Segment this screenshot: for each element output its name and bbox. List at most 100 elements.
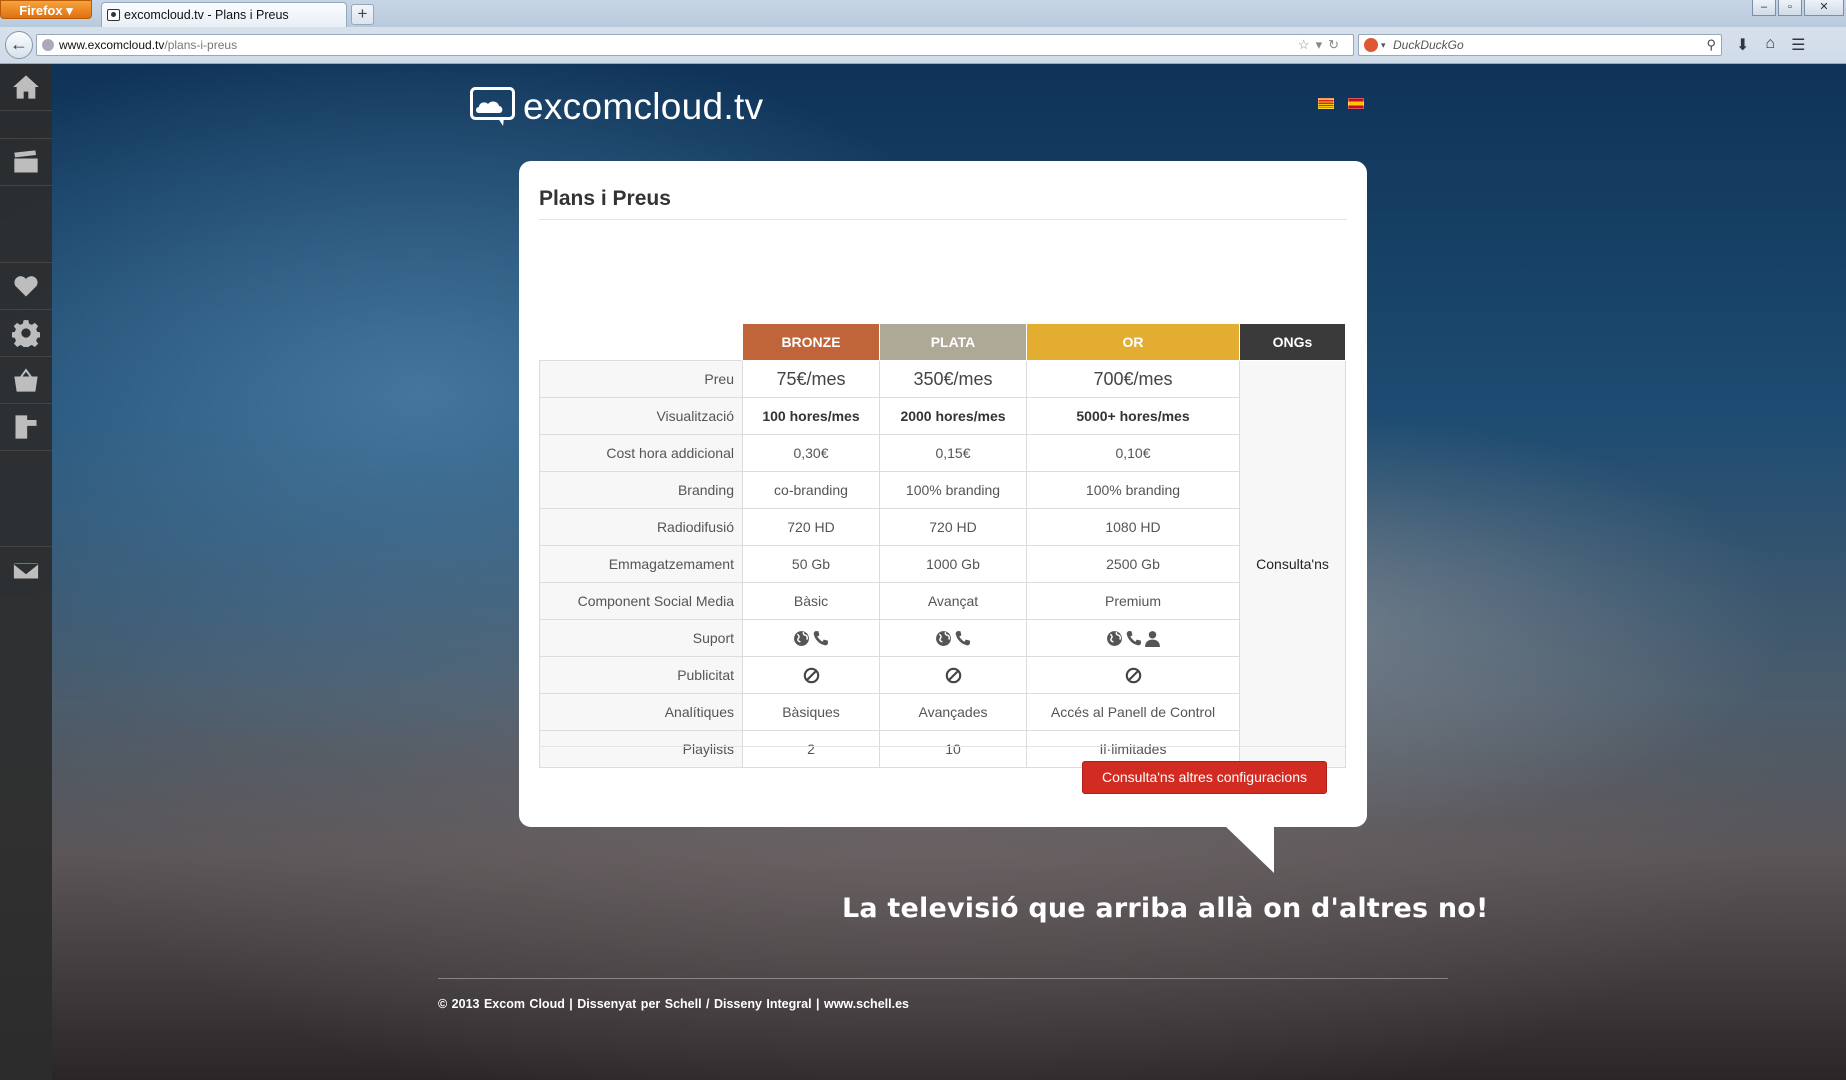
language-switcher: [1318, 98, 1364, 109]
page-content: excomcloud.tv Plans i Preus BRONZE PLATA…: [0, 64, 1846, 1080]
history-dropdown-icon[interactable]: ▾: [1316, 37, 1329, 52]
url-bar[interactable]: www.excomcloud.tv/plans-i-preus ☆▾↻: [36, 34, 1354, 56]
bookmarks-menu-icon[interactable]: ☰: [1791, 35, 1805, 55]
window-controls: – ▫ ✕: [1752, 0, 1844, 17]
no-ads-icon: [1124, 666, 1143, 684]
downloads-icon[interactable]: ⬇: [1736, 35, 1749, 55]
close-window-button[interactable]: ✕: [1804, 0, 1844, 16]
row-label: Cost hora addicional: [539, 434, 743, 472]
divider: [539, 219, 1347, 220]
plan-header-ongs: ONGs: [1239, 323, 1346, 361]
navigation-toolbar: ← www.excomcloud.tv/plans-i-preus ☆▾↻ ▾ …: [0, 27, 1846, 63]
phone-icon: [811, 629, 830, 646]
icon-cell: [879, 656, 1027, 694]
row-label: Branding: [539, 471, 743, 509]
no-ads-icon: [802, 666, 821, 684]
table-cell: 50 Gb: [742, 545, 880, 583]
globe-icon: [792, 629, 811, 646]
table-row: Cost hora addicional 0,30€ 0,15€ 0,10€: [539, 434, 1346, 472]
table-cell: Avançat: [879, 582, 1027, 620]
person-icon: [1143, 629, 1162, 647]
table-row: Radiodifusió 720 HD 720 HD 1080 HD: [539, 508, 1346, 546]
footer-text: © 2013 Excom Cloud | Dissenyat per Schel…: [438, 997, 909, 1011]
new-tab-button[interactable]: +: [351, 4, 374, 25]
nav-contact[interactable]: [0, 546, 52, 594]
no-ads-icon: [944, 666, 963, 684]
logo-text: excomcloud.tv: [523, 86, 764, 127]
table-cell: 10: [879, 730, 1027, 768]
contact-other-configurations-button[interactable]: Consulta'ns altres configuracions: [1082, 761, 1327, 794]
minimize-button[interactable]: –: [1752, 0, 1776, 16]
plan-header-plata: PLATA: [879, 323, 1027, 361]
side-navigation: [0, 64, 52, 1080]
pricing-table-body: Preu 75€/mes 350€/mes 700€/mes Consulta'ns Vi…: [539, 360, 1346, 768]
nav-shop[interactable]: [0, 357, 52, 404]
nav-home[interactable]: [0, 64, 52, 111]
table-cell: Bàsiques: [742, 693, 880, 731]
catalan-flag-icon[interactable]: [1318, 98, 1334, 109]
ong-cell: Consulta'ns: [1239, 360, 1346, 768]
slogan: La televisió que arriba allà on d'altres…: [842, 893, 1489, 924]
clapperboard-icon: [14, 150, 38, 173]
tab-title: excomcloud.tv - Plans i Preus: [124, 8, 289, 22]
table-cell: 720 HD: [742, 508, 880, 546]
nav-settings[interactable]: [0, 310, 52, 357]
spanish-flag-icon[interactable]: [1348, 98, 1364, 109]
film-icon: [15, 415, 37, 439]
tab-active[interactable]: excomcloud.tv - Plans i Preus: [101, 2, 347, 27]
table-cell: co-branding: [742, 471, 880, 509]
globe-icon: [934, 629, 953, 646]
basket-icon: [14, 368, 38, 392]
table-cell: 1000 Gb: [879, 545, 1027, 583]
icon-cell: [742, 619, 880, 657]
nav-favorites[interactable]: [0, 262, 52, 310]
table-cell: Premium: [1026, 582, 1240, 620]
globe-icon: [1105, 629, 1124, 646]
search-placeholder: DuckDuckGo: [1393, 38, 1464, 52]
table-cell: 0,10€: [1026, 434, 1240, 472]
table-cell: 100% branding: [1026, 471, 1240, 509]
nav-videos[interactable]: [0, 138, 52, 186]
bookmark-star-icon[interactable]: ☆: [1298, 37, 1316, 52]
firefox-menu-button[interactable]: Firefox ▾: [0, 0, 92, 19]
table-row: Visualització 100 hores/mes 2000 hores/mes…: [539, 397, 1346, 435]
table-cell: 75€/mes: [742, 360, 880, 398]
table-cell: 5000+ hores/mes: [1026, 397, 1240, 435]
mail-icon: [12, 561, 40, 580]
table-cell: 350€/mes: [879, 360, 1027, 398]
gear-icon: [12, 320, 40, 347]
search-icon[interactable]: ⚲: [1706, 35, 1716, 55]
engine-dropdown-icon[interactable]: ▾: [1381, 35, 1386, 55]
duckduckgo-icon[interactable]: [1364, 38, 1378, 52]
table-row: Suport: [539, 619, 1346, 657]
search-bar[interactable]: ▾ DuckDuckGo ⚲: [1358, 34, 1722, 56]
site-identity-icon[interactable]: [42, 39, 54, 51]
plan-header-bronze: BRONZE: [742, 323, 880, 361]
table-cell: Avançades: [879, 693, 1027, 731]
table-cell: 700€/mes: [1026, 360, 1240, 398]
table-cell: Bàsic: [742, 582, 880, 620]
maximize-button[interactable]: ▫: [1778, 0, 1802, 16]
home-button-icon[interactable]: ⌂: [1765, 35, 1775, 55]
nav-media[interactable]: [0, 404, 52, 451]
table-row: Preu 75€/mes 350€/mes 700€/mes Consulta'ns: [539, 360, 1346, 768]
cloud-screen-icon: [470, 87, 515, 126]
page-title: Plans i Preus: [539, 187, 671, 210]
firefox-menu-label: Firefox: [19, 3, 63, 18]
pricing-card: Plans i Preus BRONZE PLATA OR ONGs Preu 7…: [519, 161, 1367, 827]
table-cell: 100% branding: [879, 471, 1027, 509]
reload-icon[interactable]: ↻: [1328, 37, 1345, 52]
row-label: Analítiques: [539, 693, 743, 731]
row-label: Suport: [539, 619, 743, 657]
table-cell: 720 HD: [879, 508, 1027, 546]
row-label: Publicitat: [539, 656, 743, 694]
pricing-table: BRONZE PLATA OR ONGs Preu 75€/mes 350€/mes…: [539, 323, 1346, 768]
row-label: Playlists: [539, 730, 743, 768]
table-cell: 0,30€: [742, 434, 880, 472]
back-button[interactable]: ←: [5, 31, 33, 59]
table-cell: 2500 Gb: [1026, 545, 1240, 583]
table-row: Publicitat: [539, 656, 1346, 694]
site-logo[interactable]: excomcloud.tv: [470, 84, 763, 130]
url-path: /plans-i-preus: [164, 38, 238, 52]
phone-icon: [1124, 629, 1143, 646]
